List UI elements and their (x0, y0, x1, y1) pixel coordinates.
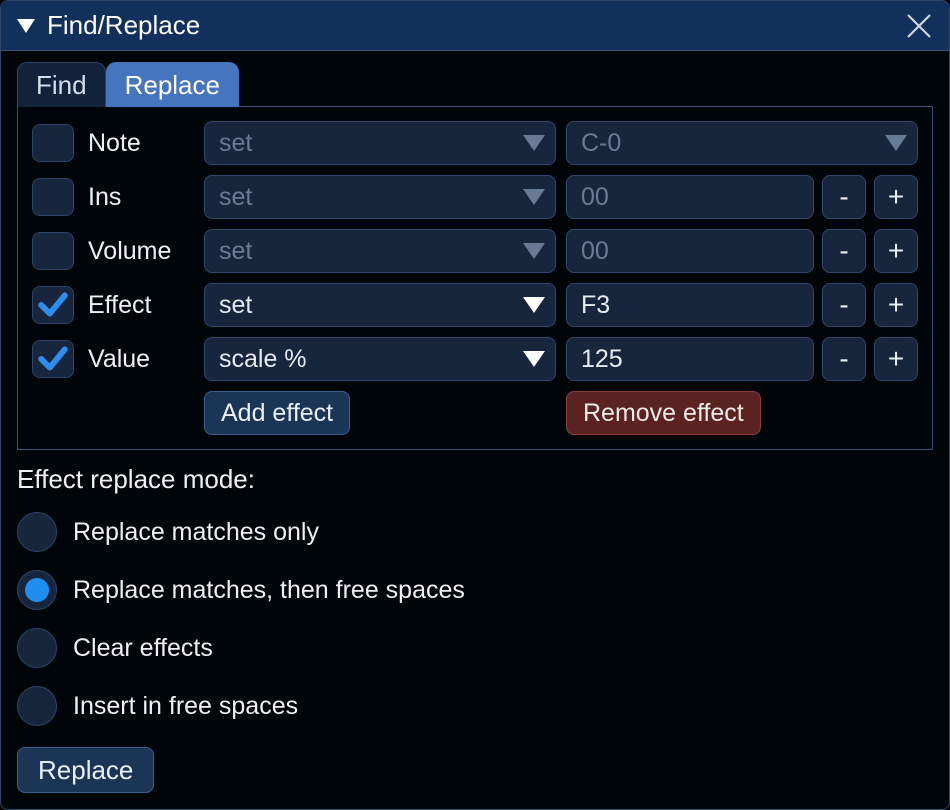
value-input-effect[interactable]: F3 (566, 283, 814, 327)
row-value: Value scale % 125 - + (32, 337, 918, 381)
plus-button-ins[interactable]: + (874, 175, 918, 219)
replace-panel: Note set C-0 Ins set (17, 107, 933, 450)
radio-row-matches-free[interactable]: Replace matches, then free spaces (17, 561, 933, 619)
radio-label-matches-only: Replace matches only (73, 518, 319, 547)
minus-button-value[interactable]: - (822, 337, 866, 381)
chevron-down-icon (523, 351, 545, 367)
chevron-down-icon (523, 189, 545, 205)
label-effect: Effect (86, 291, 194, 320)
tab-replace[interactable]: Replace (106, 62, 239, 107)
radio-label-insert-free: Insert in free spaces (73, 692, 298, 721)
radio-insert-free[interactable] (17, 686, 57, 726)
mode-select-ins-value: set (219, 183, 523, 212)
add-effect-button[interactable]: Add effect (204, 391, 350, 435)
mode-select-effect-value: set (219, 291, 523, 320)
checkbox-note[interactable] (32, 124, 74, 162)
label-note: Note (86, 129, 194, 158)
mode-select-value[interactable]: scale % (204, 337, 556, 381)
mode-select-volume[interactable]: set (204, 229, 556, 273)
row-effect: Effect set F3 - + (32, 283, 918, 327)
checkbox-volume[interactable] (32, 232, 74, 270)
radio-label-clear: Clear effects (73, 634, 213, 663)
find-replace-window: Find/Replace Find Replace Note set C- (0, 0, 950, 810)
value-input-volume[interactable]: 00 (566, 229, 814, 273)
tabs: Find Replace (17, 61, 933, 107)
radio-clear[interactable] (17, 628, 57, 668)
radio-row-clear[interactable]: Clear effects (17, 619, 933, 677)
plus-button-volume[interactable]: + (874, 229, 918, 273)
mode-select-ins[interactable]: set (204, 175, 556, 219)
effect-mode-radios: Replace matches only Replace matches, th… (17, 503, 933, 735)
mode-select-effect[interactable]: set (204, 283, 556, 327)
chevron-down-icon (523, 135, 545, 151)
value-cell-value: 125 - + (566, 337, 918, 381)
checkbox-value[interactable] (32, 340, 74, 378)
effect-mode-label: Effect replace mode: (17, 464, 933, 495)
minus-button-effect[interactable]: - (822, 283, 866, 327)
mode-select-note[interactable]: set (204, 121, 556, 165)
checkbox-effect[interactable] (32, 286, 74, 324)
remove-effect-button[interactable]: Remove effect (566, 391, 761, 435)
replace-button[interactable]: Replace (17, 747, 154, 793)
row-ins: Ins set 00 - + (32, 175, 918, 219)
row-effect-buttons: Add effect Remove effect (32, 391, 918, 435)
tab-find[interactable]: Find (17, 62, 106, 107)
value-cell-effect: F3 - + (566, 283, 918, 327)
minus-button-ins[interactable]: - (822, 175, 866, 219)
chevron-down-icon (885, 135, 907, 151)
plus-button-value[interactable]: + (874, 337, 918, 381)
collapse-icon[interactable] (17, 19, 35, 33)
value-select-note-value: C-0 (581, 129, 885, 158)
plus-button-effect[interactable]: + (874, 283, 918, 327)
row-volume: Volume set 00 - + (32, 229, 918, 273)
close-icon[interactable] (905, 12, 933, 40)
label-value: Value (86, 345, 194, 374)
window-title: Find/Replace (47, 10, 905, 41)
titlebar: Find/Replace (1, 1, 949, 51)
radio-row-insert-free[interactable]: Insert in free spaces (17, 677, 933, 735)
radio-matches-only[interactable] (17, 512, 57, 552)
value-select-note[interactable]: C-0 (566, 121, 918, 165)
label-volume: Volume (86, 237, 194, 266)
value-cell-ins: 00 - + (566, 175, 918, 219)
checkbox-ins[interactable] (32, 178, 74, 216)
mode-select-value-value: scale % (219, 345, 523, 374)
row-note: Note set C-0 (32, 121, 918, 165)
value-input-value[interactable]: 125 (566, 337, 814, 381)
chevron-down-icon (523, 297, 545, 313)
mode-select-volume-value: set (219, 237, 523, 266)
value-input-ins[interactable]: 00 (566, 175, 814, 219)
radio-row-matches-only[interactable]: Replace matches only (17, 503, 933, 561)
label-ins: Ins (86, 183, 194, 212)
chevron-down-icon (523, 243, 545, 259)
radio-label-matches-free: Replace matches, then free spaces (73, 576, 465, 605)
radio-matches-free[interactable] (17, 570, 57, 610)
value-cell-volume: 00 - + (566, 229, 918, 273)
content: Find Replace Note set C-0 (1, 51, 949, 809)
minus-button-volume[interactable]: - (822, 229, 866, 273)
mode-select-note-value: set (219, 129, 523, 158)
